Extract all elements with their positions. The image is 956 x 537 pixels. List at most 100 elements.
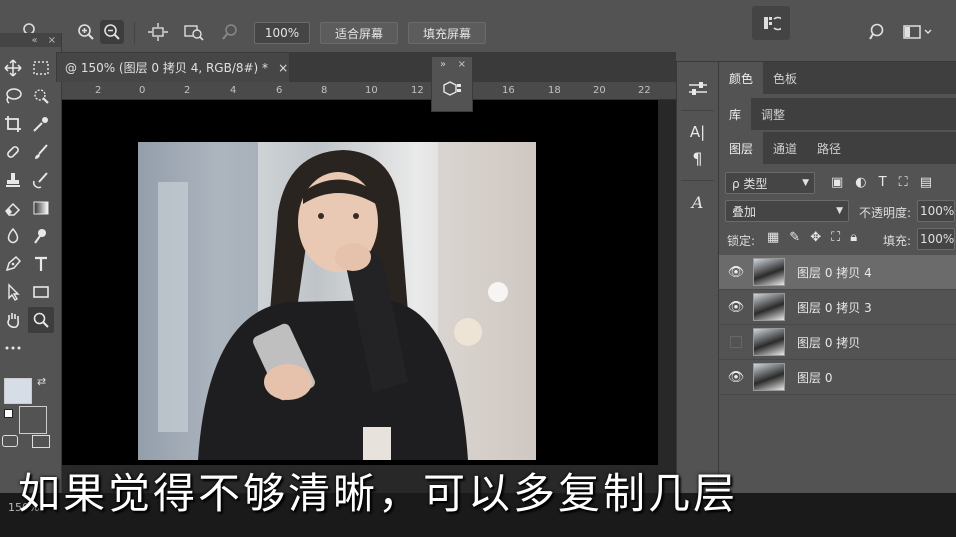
dodge-tool-icon[interactable] xyxy=(28,223,54,249)
opacity-label: 不透明度: xyxy=(859,206,912,220)
screen-mode-icon[interactable] xyxy=(32,435,50,448)
tab-libraries[interactable]: 库 xyxy=(719,98,752,130)
type-filter-icon[interactable]: T xyxy=(879,175,887,190)
zoom-tool-icon[interactable] xyxy=(28,307,54,333)
gradient-tool-icon[interactable] xyxy=(28,195,54,221)
tab-paths[interactable]: 路径 xyxy=(807,132,851,164)
quick-mask-icon[interactable] xyxy=(2,435,18,447)
rotate-view-icon[interactable] xyxy=(752,6,790,40)
blend-mode-dropdown[interactable]: 叠加 ▼ xyxy=(725,200,849,222)
ruler-tick: 8 xyxy=(321,85,328,96)
lock-image-pixels-icon[interactable]: ✎ xyxy=(789,230,800,245)
tab-channels[interactable]: 通道 xyxy=(763,132,807,164)
foreground-color-swatch[interactable] xyxy=(4,378,32,404)
layer-row[interactable]: 👁︎ 图层 0 拷贝 3 xyxy=(719,290,956,325)
background-color-swatch[interactable] xyxy=(19,406,47,434)
eyedropper-tool-icon[interactable] xyxy=(28,111,54,137)
type-tool-icon[interactable] xyxy=(28,251,54,277)
chevron-down-icon: ▼ xyxy=(836,206,843,216)
eraser-tool-icon[interactable] xyxy=(0,195,26,221)
zoom-input[interactable]: 100% xyxy=(254,22,310,44)
tab-bar xyxy=(290,52,676,82)
layer-name: 图层 0 xyxy=(797,370,833,385)
ruler-tick: 22 xyxy=(638,85,651,96)
glyphs-panel-icon[interactable]: A xyxy=(677,193,718,212)
hand-tool-icon[interactable] xyxy=(0,307,26,333)
visibility-eye-icon[interactable]: 👁︎ xyxy=(719,300,753,315)
resize-windows-icon[interactable] xyxy=(146,20,170,44)
zoom-all-windows-icon[interactable] xyxy=(182,20,206,44)
image-filter-icon[interactable]: ▣ xyxy=(831,175,843,190)
tools-panel: « × ⇄ xyxy=(0,33,62,493)
crop-tool-icon[interactable] xyxy=(0,111,26,137)
tab-swatches[interactable]: 色板 xyxy=(763,62,807,94)
document-tab[interactable]: @ 150% (图层 0 拷贝 4, RGB/8#) * × xyxy=(56,52,290,82)
properties-icon[interactable] xyxy=(677,70,718,98)
layer-row[interactable]: 图层 0 拷贝 xyxy=(719,325,956,360)
pen-tool-icon[interactable] xyxy=(0,251,26,277)
tab-color[interactable]: 颜色 xyxy=(719,62,764,94)
layers-tabs: 图层 通道 路径 xyxy=(719,132,956,164)
visibility-toggle-empty[interactable] xyxy=(719,336,753,348)
panel-icon-strip: A| ¶ A xyxy=(676,62,718,493)
blur-tool-icon[interactable] xyxy=(0,223,26,249)
paragraph-panel-icon[interactable]: ¶ xyxy=(677,149,718,168)
smart-object-filter-icon[interactable]: ▤ xyxy=(920,175,932,190)
move-tool-icon[interactable] xyxy=(0,55,26,81)
ruler-tick: 2 xyxy=(95,85,102,96)
lock-all-icon[interactable]: 🔒︎ xyxy=(850,230,857,245)
tab-adjustments[interactable]: 调整 xyxy=(751,98,795,130)
fit-screen-button[interactable]: 适合屏幕 xyxy=(320,22,398,44)
tab-layers[interactable]: 图层 xyxy=(719,132,764,164)
close-icon[interactable]: × xyxy=(48,35,56,46)
scrubby-zoom-icon[interactable] xyxy=(218,20,242,44)
ruler-tick: 16 xyxy=(502,85,515,96)
lock-position-icon[interactable]: ✥ xyxy=(810,230,821,245)
visibility-eye-icon[interactable]: 👁︎ xyxy=(719,265,753,280)
layer-name: 图层 0 拷贝 3 xyxy=(797,300,872,315)
history-brush-tool-icon[interactable] xyxy=(28,167,54,193)
path-selection-tool-icon[interactable] xyxy=(0,279,26,305)
adjustment-filter-icon[interactable]: ◐ xyxy=(855,175,866,190)
expand-icon[interactable]: » xyxy=(440,59,446,70)
layer-thumbnail xyxy=(753,328,785,356)
character-panel-icon[interactable]: A| xyxy=(677,123,718,141)
3d-cube-icon[interactable] xyxy=(432,80,472,98)
quick-selection-tool-icon[interactable] xyxy=(28,83,54,109)
swap-colors-icon[interactable]: ⇄ xyxy=(37,375,46,388)
default-colors-icon[interactable] xyxy=(4,409,13,418)
layer-filter-dropdown[interactable]: ρ 类型 ▼ xyxy=(725,172,815,194)
color-swatches-tabs: 颜色 色板 xyxy=(719,62,956,94)
tab-close-icon[interactable]: × xyxy=(278,61,288,75)
lasso-tool-icon[interactable] xyxy=(0,83,26,109)
fill-input[interactable]: 100% xyxy=(917,228,955,250)
shape-filter-icon[interactable]: ⛶ xyxy=(899,175,908,190)
ruler-tick: 10 xyxy=(365,85,378,96)
photo-layer[interactable] xyxy=(138,142,536,460)
search-icon[interactable] xyxy=(866,20,890,44)
marquee-tool-icon[interactable] xyxy=(28,55,54,81)
fill-screen-button[interactable]: 填充屏幕 xyxy=(408,22,486,44)
layer-row[interactable]: 👁︎ 图层 0 拷贝 4 xyxy=(719,255,956,290)
zoom-out-button[interactable] xyxy=(100,20,124,44)
lock-artboard-icon[interactable]: ⛶ xyxy=(831,230,840,245)
workspace-icon[interactable] xyxy=(898,20,938,44)
blend-mode-value: 叠加 xyxy=(732,204,757,219)
opacity-input[interactable]: 100% xyxy=(917,200,955,222)
zoom-in-button[interactable] xyxy=(74,20,98,44)
layer-row[interactable]: 👁︎ 图层 0 xyxy=(719,360,956,395)
ruler-tick: 0 xyxy=(139,85,146,96)
more-tools-icon[interactable] xyxy=(0,335,26,361)
video-subtitle: 如果觉得不够清晰，可以多复制几层 xyxy=(18,468,739,518)
floating-panel: » × xyxy=(431,56,473,112)
collapse-icon[interactable]: « xyxy=(31,35,37,46)
healing-brush-tool-icon[interactable] xyxy=(0,139,26,165)
rectangle-tool-icon[interactable] xyxy=(28,279,54,305)
tools-panel-header: « × xyxy=(0,33,61,47)
lock-transparent-pixels-icon[interactable]: ▦ xyxy=(767,230,779,245)
visibility-eye-icon[interactable]: 👁︎ xyxy=(719,370,753,385)
portrait-image xyxy=(138,142,536,460)
clone-stamp-tool-icon[interactable] xyxy=(0,167,26,193)
brush-tool-icon[interactable] xyxy=(28,139,54,165)
close-icon[interactable]: × xyxy=(458,59,466,70)
